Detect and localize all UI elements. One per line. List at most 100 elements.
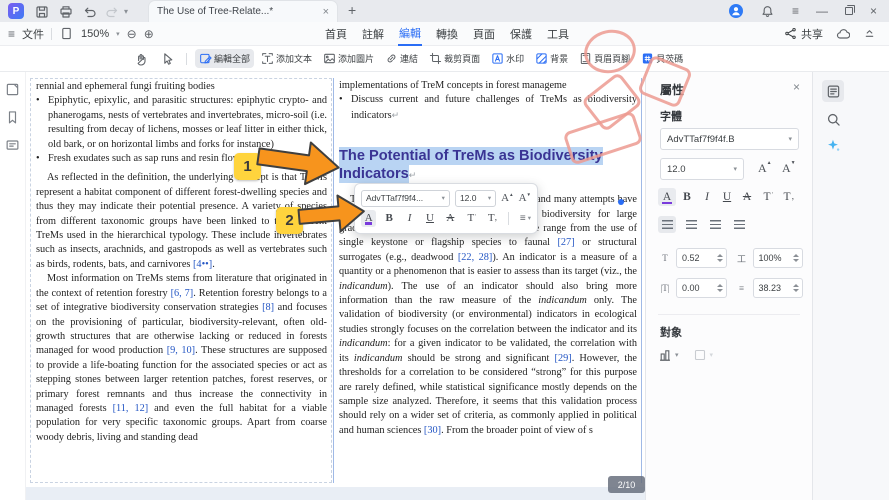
font-size-select[interactable]: 12.0 ▾ (660, 158, 744, 180)
panel-underline-button[interactable]: U (718, 188, 736, 206)
chevron-down-icon: ▾ (527, 215, 531, 222)
divider (186, 52, 187, 65)
align-left-icon: ≡ (519, 212, 526, 224)
mini-underline-button[interactable]: U (422, 210, 437, 227)
mini-font-size-select[interactable]: 12.0 ▾ (454, 189, 497, 207)
align-left-button[interactable] (658, 216, 676, 233)
app-menu-button[interactable]: ≡ (792, 5, 799, 17)
align-right-button[interactable] (706, 216, 724, 233)
panel-superscript-button[interactable]: T (758, 187, 776, 206)
divider (51, 27, 53, 40)
stepper-icons[interactable] (793, 284, 799, 292)
print-button[interactable] (58, 4, 73, 19)
undo-button[interactable] (82, 4, 97, 19)
chevron-down-icon: ▾ (709, 352, 714, 359)
menu-工具[interactable]: 工具 (546, 23, 570, 45)
menu-編輯[interactable]: 編輯 (398, 22, 422, 46)
toolbar-button-label: 背景 (550, 54, 569, 64)
mini-italic-button[interactable]: I (402, 210, 417, 227)
line-spacing-input[interactable]: 38.23 (752, 278, 803, 298)
ai-assistant-button[interactable] (822, 134, 844, 156)
mini-font-family-value: AdvTTaf7f9f4... (366, 193, 424, 203)
divider (507, 211, 509, 225)
menu-註解[interactable]: 註解 (361, 23, 385, 45)
word-spacing-input[interactable]: 0.00 (676, 278, 727, 298)
panel-italic-button[interactable]: I (698, 188, 716, 206)
document-tab[interactable]: The Use of Tree-Relate...* × (148, 0, 338, 22)
toolbar-button-crop-page[interactable]: 裁剪頁面 (425, 49, 484, 68)
properties-tab-button[interactable] (822, 80, 844, 102)
menu-轉換[interactable]: 轉換 (435, 23, 459, 45)
account-avatar[interactable] (728, 4, 743, 18)
mini-increase-font-button[interactable]: A▲ (501, 192, 513, 204)
panel-subscript-button[interactable]: T (778, 187, 796, 206)
object-align-button[interactable]: ▾ (658, 348, 679, 362)
share-button[interactable]: 共享 (784, 26, 823, 42)
panel-close-icon[interactable]: × (793, 80, 800, 94)
toolbar-button-watermark[interactable]: 水印 (487, 49, 528, 68)
font-family-select[interactable]: AdvTTaf7f9f4f.B ▾ (660, 128, 799, 150)
decrease-font-button[interactable]: A▼ (782, 161, 796, 176)
collapse-toolbar-button[interactable] (862, 26, 877, 41)
close-window-button[interactable]: × (870, 5, 877, 17)
tab-close-icon[interactable]: × (323, 6, 329, 18)
minimize-button[interactable]: — (816, 5, 828, 17)
menu-保護[interactable]: 保護 (509, 23, 533, 45)
restore-button[interactable] (844, 4, 856, 15)
notifications-button[interactable] (760, 4, 775, 19)
stepper-icons[interactable] (716, 284, 723, 292)
toolbar-button-link[interactable]: 連結 (381, 49, 422, 68)
align-justify-button[interactable] (730, 216, 748, 233)
stepper-icons[interactable] (793, 254, 799, 262)
search-button[interactable] (822, 108, 844, 130)
history-caret-icon[interactable]: ▾ (124, 7, 128, 16)
mini-subscript-button[interactable]: T (484, 209, 499, 227)
mini-strikethrough-button[interactable]: A (443, 210, 458, 227)
zoom-out-button[interactable]: ⊖ (127, 28, 137, 40)
mini-decrease-font-button[interactable]: A▼ (519, 192, 531, 204)
mini-alignment-dropdown[interactable]: ≡ ▾ (520, 213, 531, 224)
chevron-down-icon: ▾ (788, 136, 792, 143)
cursor-icon (164, 52, 173, 65)
file-menu-icon[interactable]: ≡ (8, 28, 15, 40)
mini-bold-button[interactable]: B (381, 210, 396, 227)
stepper-icons[interactable] (716, 254, 723, 262)
toolbar-button-add-text[interactable]: 添加文本 (257, 49, 316, 68)
bookmarks-button[interactable] (5, 110, 21, 126)
selection-handle[interactable] (618, 199, 624, 205)
mini-superscript-button[interactable]: T (463, 209, 478, 227)
menu-首頁[interactable]: 首頁 (324, 23, 348, 45)
comments-button[interactable] (5, 138, 21, 154)
new-tab-button[interactable]: + (348, 2, 356, 18)
panel-strikethrough-button[interactable]: A (738, 188, 756, 206)
zoom-in-button[interactable]: ⊕ (144, 28, 154, 40)
save-button[interactable] (34, 4, 49, 19)
horizontal-scale-input[interactable]: 100% (752, 248, 803, 268)
page-thumbnails-button[interactable] (5, 82, 21, 98)
char-spacing-control: T 0.52 (658, 248, 727, 268)
select-tool-button[interactable] (158, 50, 176, 68)
toolbar-button-background[interactable]: 背景 (531, 49, 572, 68)
redo-button[interactable] (104, 4, 119, 19)
crop-page-icon (429, 52, 442, 65)
chevron-down-icon: ▾ (441, 195, 445, 202)
object-fill-button[interactable]: ▾ (693, 348, 714, 362)
toolbar-button-edit-all[interactable]: 編輯全部 (195, 49, 255, 68)
cloud-sync-button[interactable] (835, 26, 850, 41)
hand-tool-button[interactable] (132, 50, 150, 68)
document-page[interactable]: rennial and ephemeral fungi fruiting bod… (26, 72, 645, 500)
file-menu[interactable]: 文件 (22, 26, 44, 42)
chevron-down-icon: ▾ (733, 166, 737, 173)
char-spacing-input[interactable]: 0.52 (676, 248, 727, 268)
zoom-level[interactable]: 150% (81, 28, 109, 40)
toolbar-button-add-image[interactable]: 添加圖片 (319, 49, 378, 68)
menu-頁面[interactable]: 頁面 (472, 23, 496, 45)
zoom-caret-icon[interactable]: ▾ (116, 30, 120, 38)
panel-font-color-button[interactable]: A (658, 188, 676, 206)
window-controls: ≡ — × (728, 0, 877, 22)
align-center-button[interactable] (682, 216, 700, 233)
mini-font-family-select[interactable]: AdvTTaf7f9f4... ▾ (361, 189, 450, 207)
increase-font-button[interactable]: A▲ (758, 161, 772, 176)
page-fit-button[interactable] (59, 26, 74, 41)
panel-bold-button[interactable]: B (678, 188, 696, 206)
